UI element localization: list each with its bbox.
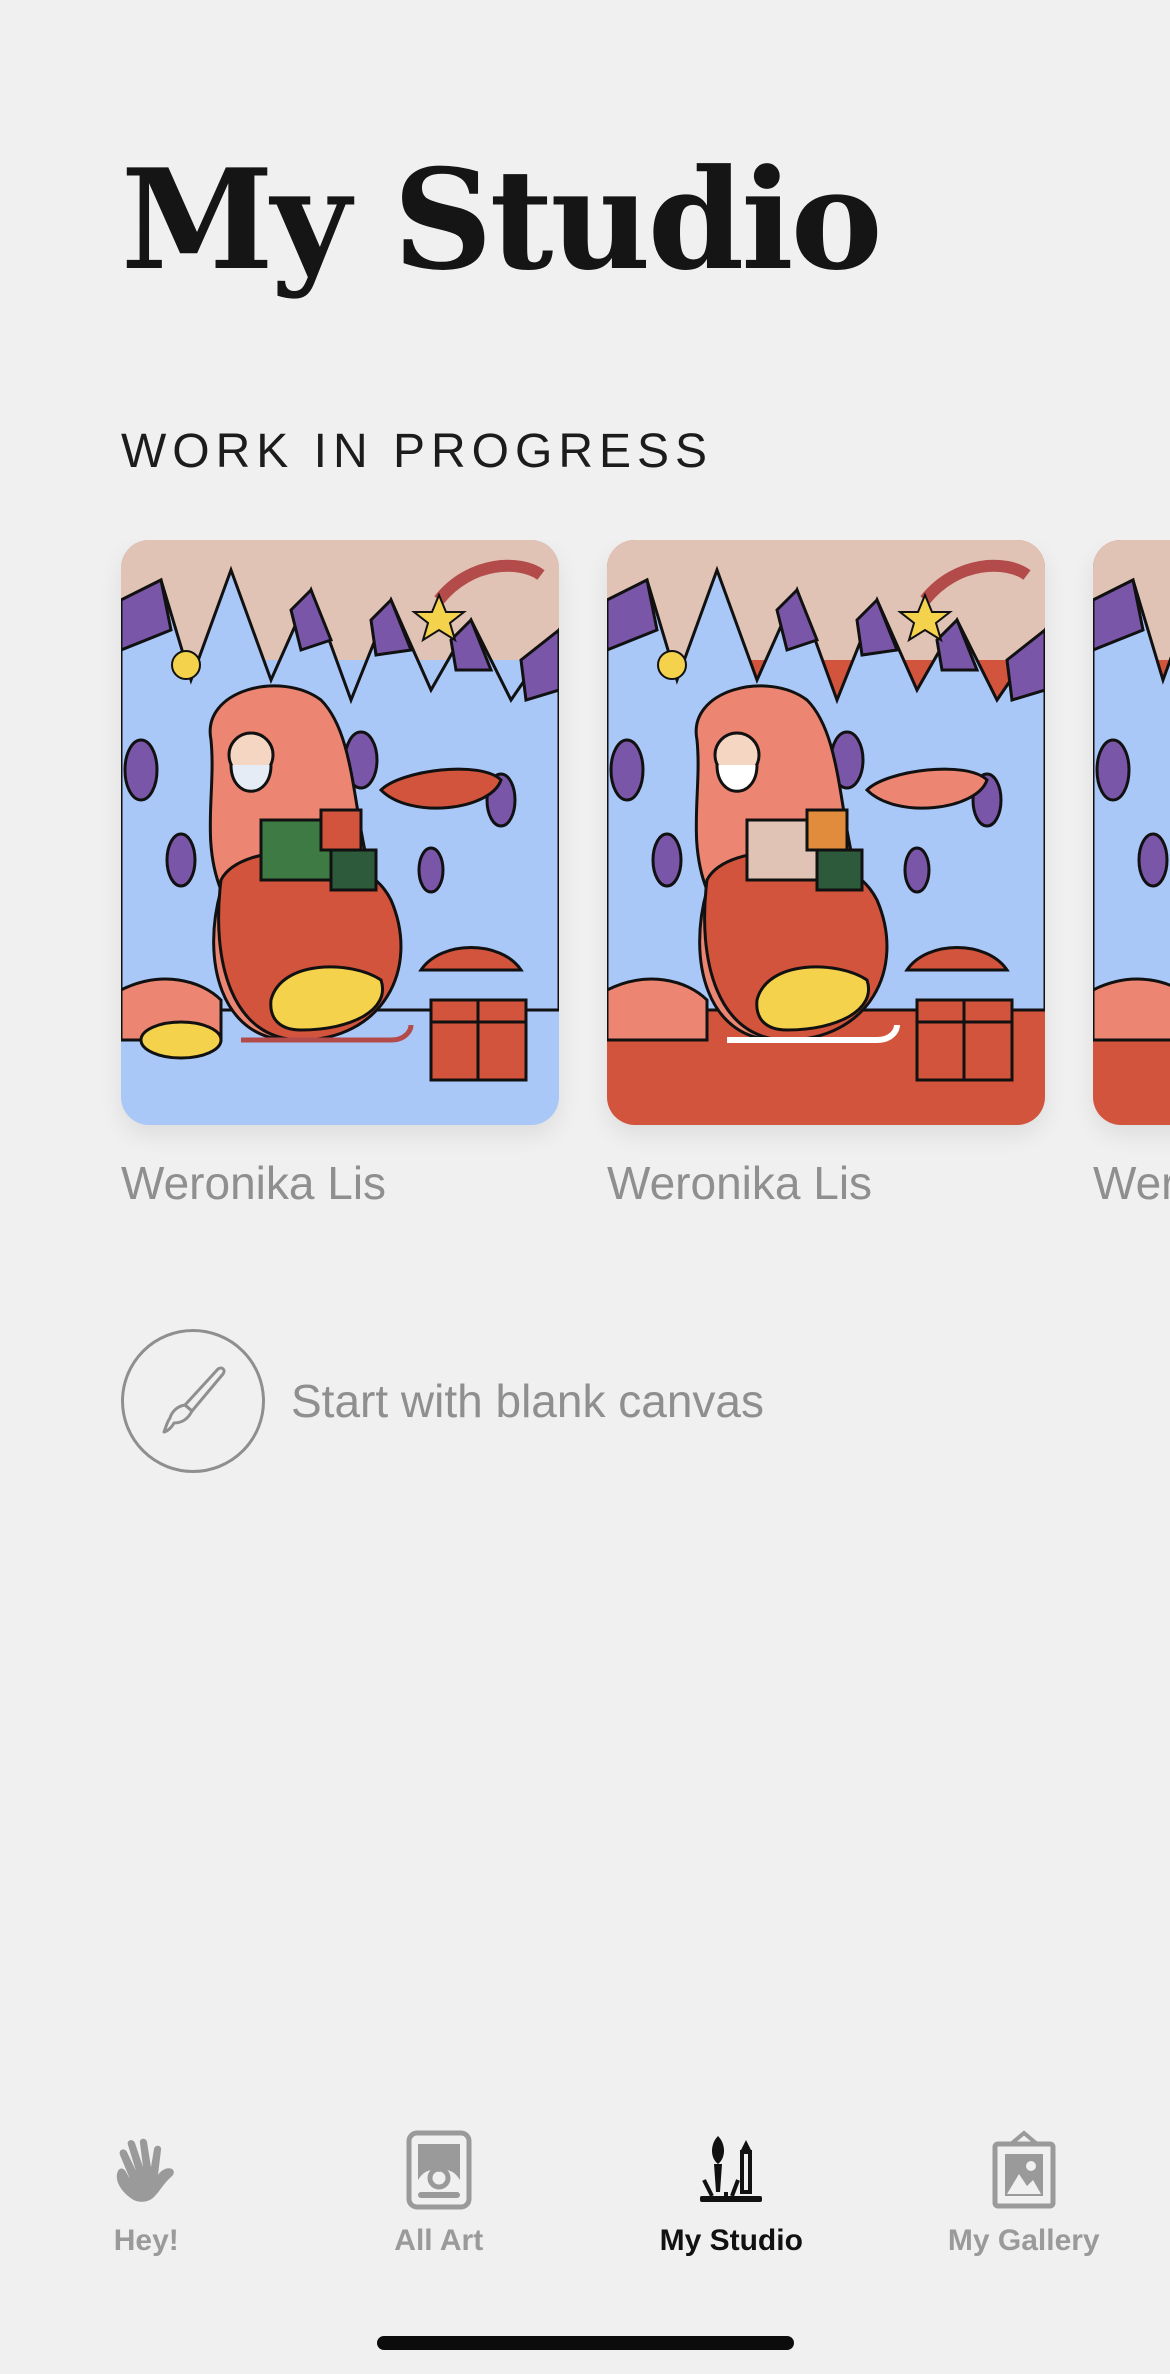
artwork-author: Weronika Lis bbox=[607, 1157, 873, 1209]
artwork-author: Weronika Lis bbox=[121, 1157, 387, 1209]
artwork-card[interactable]: Weronika Lis bbox=[121, 540, 559, 1211]
christmas-sleigh-illustration bbox=[121, 540, 559, 1125]
start-blank-canvas-button[interactable]: Start with blank canvas bbox=[121, 1328, 764, 1473]
christmas-sleigh-illustration bbox=[1093, 540, 1170, 1125]
my-studio-screen: My Studio WORK IN PROGRESS Weronika Lis … bbox=[0, 0, 1170, 2374]
tab-label: Hey! bbox=[113, 2224, 179, 2257]
artwork-thumbnail[interactable] bbox=[121, 540, 559, 1125]
artwork-author: Weronika Lis bbox=[1093, 1157, 1170, 1209]
brushes-icon bbox=[691, 2130, 771, 2210]
artwork-card[interactable]: Weronika Lis bbox=[1093, 540, 1170, 1211]
page-title: My Studio bbox=[121, 138, 883, 301]
tab-hey[interactable]: Hey! bbox=[0, 2130, 293, 2280]
work-in-progress-carousel[interactable]: Weronika Lis Weronika Lis Wer bbox=[0, 540, 1170, 1240]
blank-canvas-label: Start with blank canvas bbox=[291, 1374, 765, 1427]
artwork-thumbnail[interactable] bbox=[607, 540, 1045, 1125]
home-indicator[interactable] bbox=[377, 2336, 794, 2350]
hanging-frame-icon bbox=[984, 2130, 1064, 2210]
tab-my-studio[interactable]: My Studio bbox=[585, 2130, 878, 2280]
tab-all-art[interactable]: All Art bbox=[293, 2130, 586, 2280]
artwork-card[interactable]: Weronika Lis bbox=[607, 540, 1045, 1211]
tab-label: My Studio bbox=[659, 2224, 803, 2257]
framed-picture-icon bbox=[399, 2130, 479, 2210]
blank-canvas-circle[interactable] bbox=[121, 1328, 265, 1473]
tab-label: All Art bbox=[394, 2224, 484, 2257]
christmas-sleigh-illustration bbox=[607, 540, 1045, 1125]
paintbrush-icon bbox=[162, 1365, 226, 1433]
section-title-work-in-progress: WORK IN PROGRESS bbox=[121, 425, 714, 478]
artwork-thumbnail[interactable] bbox=[1093, 540, 1170, 1125]
tab-my-gallery[interactable]: My Gallery bbox=[878, 2130, 1170, 2280]
tab-bar: Hey! All Art My Studio My Gallery bbox=[0, 2130, 1170, 2280]
waving-hand-icon bbox=[106, 2130, 186, 2210]
tab-label: My Gallery bbox=[947, 2224, 1100, 2257]
